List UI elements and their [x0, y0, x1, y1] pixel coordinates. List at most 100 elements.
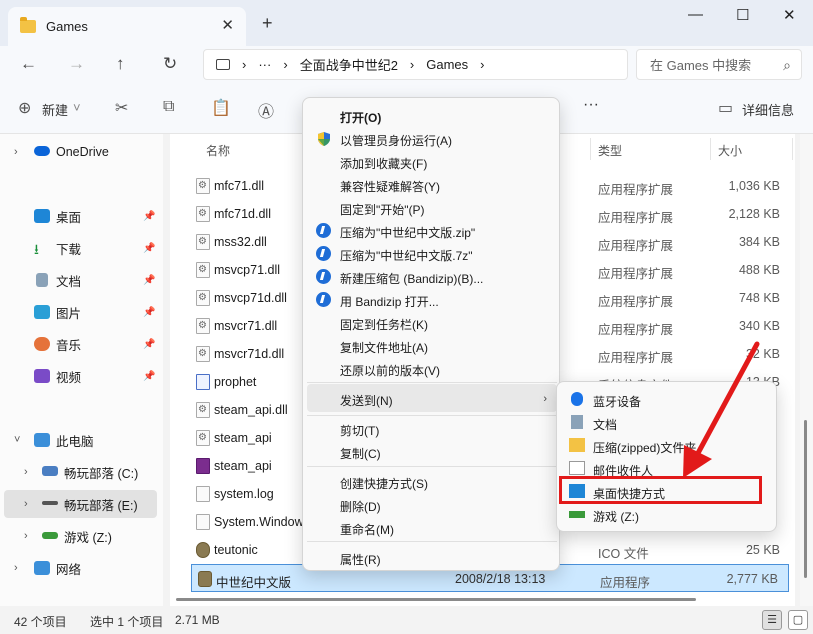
- file-name: 中世纪中文版: [216, 576, 292, 590]
- submenu-item-bluetooth[interactable]: 蓝牙设备: [561, 388, 774, 411]
- breadcrumb-item[interactable]: Games: [426, 57, 468, 72]
- sidebar-item-downloads[interactable]: ⭳ 下载 📌: [0, 234, 157, 262]
- menu-label: 文档: [593, 418, 618, 432]
- column-separator[interactable]: [590, 138, 591, 160]
- refresh-icon[interactable]: ↻: [163, 54, 177, 74]
- sidebar-item-onedrive[interactable]: › OneDrive: [0, 138, 157, 166]
- bandizip-icon: [316, 269, 332, 285]
- column-header-size[interactable]: 大小: [718, 142, 742, 159]
- sidebar-item-network[interactable]: › 网络: [0, 554, 157, 582]
- address-bar[interactable]: › ··· › 全面战争中世纪2 › Games ›: [203, 49, 628, 80]
- submenu-item-documents[interactable]: 文档: [561, 411, 774, 434]
- scrollbar-thumb[interactable]: [804, 420, 807, 578]
- pin-icon[interactable]: 📌: [143, 243, 155, 254]
- menu-item-pin-start[interactable]: 固定到"开始"(P): [307, 196, 557, 219]
- menu-item-copy[interactable]: 复制(C): [307, 440, 557, 463]
- menu-label: 添加到收藏夹(F): [340, 157, 428, 171]
- sidebar-item-this-pc[interactable]: ˅ 此电脑: [0, 426, 157, 454]
- pin-icon[interactable]: 📌: [143, 275, 155, 286]
- menu-label: 新建压缩包 (Bandizip)(B)...: [340, 272, 484, 286]
- menu-item-run-as-admin[interactable]: 以管理员身份运行(A): [307, 127, 557, 150]
- close-button[interactable]: ✕: [783, 6, 796, 24]
- more-options-button[interactable]: ···: [583, 96, 599, 114]
- menu-label: 以管理员身份运行(A): [340, 134, 452, 148]
- column-separator[interactable]: [710, 138, 711, 160]
- column-separator[interactable]: [792, 138, 793, 160]
- sidebar-item-drive-c[interactable]: › 畅玩部落 (C:): [0, 458, 157, 486]
- file-type: 应用程序扩展: [598, 323, 674, 337]
- search-icon: ⌕: [783, 57, 791, 73]
- column-header-type[interactable]: 类型: [598, 142, 622, 159]
- chevron-down-icon: ˅: [14, 434, 21, 446]
- bluetooth-icon: [571, 392, 583, 406]
- video-icon: [34, 369, 50, 383]
- minimize-button[interactable]: —: [688, 6, 703, 23]
- chevron-right-icon: ›: [14, 146, 18, 158]
- details-view-button[interactable]: ☰: [762, 610, 782, 630]
- menu-item-compress-7z[interactable]: 压缩为"中世纪中文版.7z": [307, 242, 557, 265]
- submenu-item-drive-z[interactable]: 游戏 (Z:): [561, 503, 774, 526]
- tiles-view-button[interactable]: ▢: [788, 610, 808, 630]
- breadcrumb-more[interactable]: ···: [258, 57, 271, 72]
- rename-icon[interactable]: Ⓐ: [258, 98, 274, 122]
- menu-item-open-bandizip[interactable]: 用 Bandizip 打开...: [307, 288, 557, 311]
- up-arrow-icon[interactable]: ↑: [116, 54, 125, 74]
- menu-label: 属性(R): [340, 553, 381, 567]
- menu-item-properties[interactable]: 属性(R): [307, 546, 557, 569]
- vertical-scrollbar[interactable]: [800, 134, 813, 606]
- sidebar-item-music[interactable]: 音乐 📌: [0, 330, 157, 358]
- pin-icon[interactable]: 📌: [143, 339, 155, 350]
- menu-label: 发送到(N): [340, 394, 393, 408]
- menu-item-delete[interactable]: 删除(D): [307, 493, 557, 516]
- tab-close-button[interactable]: ✕: [221, 16, 234, 34]
- menu-item-add-favorites[interactable]: 添加到收藏夹(F): [307, 150, 557, 173]
- forward-arrow-icon[interactable]: →: [68, 54, 85, 74]
- menu-label: 打开(O): [340, 111, 382, 125]
- new-tab-button[interactable]: +: [262, 13, 273, 34]
- horizontal-scrollbar[interactable]: [176, 598, 796, 602]
- sidebar-item-drive-z[interactable]: › 游戏 (Z:): [0, 522, 157, 550]
- file-type: 应用程序扩展: [598, 295, 674, 309]
- menu-item-new-archive[interactable]: 新建压缩包 (Bandizip)(B)...: [307, 265, 557, 288]
- sidebar-item-label: 下载: [56, 242, 82, 257]
- submenu-item-zip-folder[interactable]: 压缩(zipped)文件夹: [561, 434, 774, 457]
- sidebar-item-label: 文档: [56, 274, 82, 289]
- menu-label: 固定到任务栏(K): [340, 318, 428, 332]
- search-input[interactable]: 在 Games 中搜索 ⌕: [636, 49, 802, 80]
- menu-item-restore-versions[interactable]: 还原以前的版本(V): [307, 357, 557, 380]
- file-name: msvcr71d.dll: [214, 347, 285, 361]
- menu-item-copy-path[interactable]: 复制文件地址(A): [307, 334, 557, 357]
- tab-games[interactable]: Games ✕: [8, 7, 246, 46]
- pin-icon[interactable]: 📌: [143, 211, 155, 222]
- paste-icon[interactable]: 📋: [211, 98, 231, 118]
- menu-item-compress-zip[interactable]: 压缩为"中世纪中文版.zip": [307, 219, 557, 242]
- sidebar-item-label: 畅玩部落 (E:): [64, 498, 138, 513]
- back-arrow-icon[interactable]: ←: [20, 54, 37, 74]
- breadcrumb-item[interactable]: 全面战争中世纪2: [300, 55, 398, 74]
- sidebar-item-documents[interactable]: 文档 📌: [0, 266, 157, 294]
- pin-icon[interactable]: 📌: [143, 371, 155, 382]
- sidebar-item-drive-e[interactable]: › 畅玩部落 (E:): [4, 490, 157, 518]
- new-button[interactable]: 新建: [42, 100, 68, 119]
- menu-item-troubleshoot[interactable]: 兼容性疑难解答(Y): [307, 173, 557, 196]
- menu-item-pin-taskbar[interactable]: 固定到任务栏(K): [307, 311, 557, 334]
- menu-item-rename[interactable]: 重命名(M): [307, 516, 557, 539]
- send-to-submenu: 蓝牙设备 文档 压缩(zipped)文件夹 邮件收件人 桌面快捷方式 游戏 (Z…: [556, 381, 777, 532]
- menu-item-open[interactable]: 打开(O): [307, 104, 557, 127]
- sidebar-item-pictures[interactable]: 图片 📌: [0, 298, 157, 326]
- maximize-button[interactable]: ☐: [736, 6, 749, 24]
- sidebar-item-desktop[interactable]: 桌面 📌: [0, 202, 157, 230]
- menu-item-send-to[interactable]: 发送到(N) ›: [307, 384, 557, 412]
- archive-file-icon: [196, 458, 210, 474]
- dll-file-icon: [196, 346, 210, 362]
- menu-item-create-shortcut[interactable]: 创建快捷方式(S): [307, 470, 557, 493]
- pin-icon[interactable]: 📌: [143, 307, 155, 318]
- menu-label: 固定到"开始"(P): [340, 203, 425, 217]
- column-header-name[interactable]: 名称: [206, 142, 230, 159]
- sidebar-item-videos[interactable]: 视频 📌: [0, 362, 157, 390]
- menu-item-cut[interactable]: 剪切(T): [307, 417, 557, 440]
- scrollbar-thumb[interactable]: [176, 598, 696, 601]
- details-button[interactable]: 详细信息: [742, 100, 794, 119]
- copy-icon[interactable]: ⧉: [163, 98, 174, 116]
- cut-icon[interactable]: ✂: [115, 98, 128, 118]
